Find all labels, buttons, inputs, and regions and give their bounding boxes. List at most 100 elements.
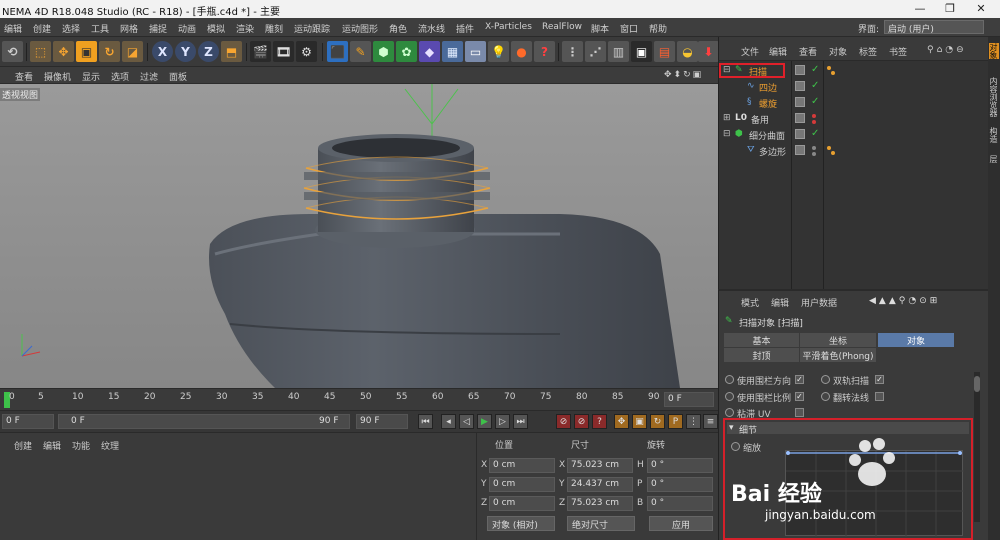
viewport-menu-options[interactable]: 选项 (111, 70, 129, 83)
prev-frame-icon[interactable]: ◁ (459, 414, 474, 429)
object-row-helix[interactable]: § 螺旋 ✓ (719, 95, 989, 111)
key-param-icon[interactable]: P (668, 414, 683, 429)
enabled-check-icon[interactable]: ✓ (811, 80, 819, 91)
tab-basic[interactable]: 基本 (724, 333, 799, 347)
om-menu-object[interactable]: 对象 (829, 45, 847, 58)
attr-menu-edit[interactable]: 编辑 (771, 296, 789, 309)
visibility-toggle[interactable] (795, 81, 805, 91)
hidden-dot-icon[interactable] (812, 114, 816, 118)
menu-help[interactable]: 帮助 (649, 22, 667, 35)
tab-caps[interactable]: 封顶 (724, 348, 799, 362)
apply-button[interactable]: 应用 (649, 516, 713, 531)
expand-icon[interactable]: ⊞ (723, 113, 731, 123)
attr-menu-mode[interactable]: 模式 (741, 296, 759, 309)
object-row-polygon[interactable]: ⛛ 多边形 (719, 143, 989, 159)
light-icon[interactable]: 💡 (488, 41, 509, 62)
menu-select[interactable]: 选择 (62, 22, 80, 35)
z-axis-icon[interactable]: Z (198, 41, 219, 62)
array-icon[interactable]: ✿ (396, 41, 417, 62)
object-row-sweep[interactable]: ⊟ ✎ 扫描 ✓ (719, 63, 989, 79)
points-mode-icon[interactable]: ⋮ (562, 41, 583, 62)
floor-icon[interactable]: ▦ (442, 41, 463, 62)
hidden-dot-icon[interactable] (812, 120, 816, 124)
recent-tool-icon[interactable]: ◪ (122, 41, 143, 62)
prev-key-icon[interactable]: ◂ (441, 414, 456, 429)
right-tab-objects[interactable]: 对象 (989, 43, 999, 59)
option-checkbox[interactable]: ✓ (795, 375, 804, 384)
undo-icon[interactable]: ⟲ (2, 41, 23, 62)
tag-icon[interactable] (831, 151, 835, 155)
menu-motion-tracking[interactable]: 运动跟踪 (294, 22, 330, 35)
menu-pipeline[interactable]: 流水线 (418, 22, 445, 35)
timeline-menu-icon[interactable]: ≡ (703, 414, 718, 429)
visibility-toggle[interactable] (795, 97, 805, 107)
option-radio[interactable] (725, 375, 734, 384)
minimize-button[interactable]: — (905, 2, 935, 15)
option-radio[interactable] (821, 375, 830, 384)
menu-plugins[interactable]: 插件 (456, 22, 474, 35)
option-checkbox[interactable]: ✓ (795, 392, 804, 401)
right-tab-content-browser[interactable]: 内容浏览器 (989, 77, 999, 117)
object-row-backup[interactable]: ⊞ L0 备用 (719, 111, 989, 127)
key-scale-icon[interactable]: ▣ (632, 414, 647, 429)
menu-realflow[interactable]: RealFlow (542, 22, 582, 32)
viewport-menu-view[interactable]: 查看 (15, 70, 33, 83)
help-icon[interactable]: ? (534, 41, 555, 62)
go-start-icon[interactable]: ⏮ (418, 414, 433, 429)
right-tab-structure[interactable]: 构造 (989, 127, 999, 143)
object-row-rectangle[interactable]: ∿ 四边 ✓ (719, 79, 989, 95)
viewport-nav-icons[interactable]: ✥⬍↻▣ (664, 70, 703, 80)
option-radio[interactable] (821, 392, 830, 401)
menu-tools[interactable]: 工具 (91, 22, 109, 35)
menu-character[interactable]: 角色 (389, 22, 407, 35)
snap-icon[interactable]: ⬇ (698, 41, 719, 62)
om-menu-bookmarks[interactable]: 书签 (889, 45, 907, 58)
scale-radio[interactable] (731, 442, 740, 451)
scene-icon[interactable]: ● (511, 41, 532, 62)
attr-menu-userdata[interactable]: 用户数据 (801, 296, 837, 309)
y-axis-icon[interactable]: Y (175, 41, 196, 62)
enabled-check-icon[interactable]: ✓ (811, 64, 819, 75)
visibility-toggle[interactable] (795, 65, 805, 75)
render-settings-icon[interactable]: ⚙ (296, 41, 317, 62)
rot-b-field[interactable]: 0 ° (647, 496, 713, 511)
attr-nav-icons[interactable]: ◀▲▲⚲◔⊙⊞ (869, 296, 940, 306)
viewport-menu-camera[interactable]: 摄像机 (44, 70, 71, 83)
tab-object[interactable]: 对象 (878, 333, 954, 347)
next-frame-icon[interactable]: ▷ (495, 414, 510, 429)
menu-render[interactable]: 渲染 (236, 22, 254, 35)
size-y-field[interactable]: 24.437 cm (567, 477, 633, 492)
layout-select[interactable]: 启动 (用户) (884, 20, 984, 35)
visibility-toggle[interactable] (795, 145, 805, 155)
subdivision-icon[interactable]: ⬢ (373, 41, 394, 62)
size-x-field[interactable]: 75.023 cm (567, 458, 633, 473)
key-rotation-icon[interactable]: ↻ (650, 414, 665, 429)
dot-icon[interactable] (812, 146, 816, 150)
key-position-icon[interactable]: ✥ (614, 414, 629, 429)
menu-animate[interactable]: 动画 (178, 22, 196, 35)
option-checkbox[interactable] (795, 408, 804, 417)
visibility-toggle[interactable] (795, 129, 805, 139)
rot-p-field[interactable]: 0 ° (647, 477, 713, 492)
material-menu-function[interactable]: 功能 (72, 439, 90, 452)
section-collapse-icon[interactable]: ▾ (729, 423, 734, 433)
pos-z-field[interactable]: 0 cm (489, 496, 555, 511)
enabled-check-icon[interactable]: ✓ (811, 96, 819, 107)
menu-edit[interactable]: 编辑 (4, 22, 22, 35)
menu-window[interactable]: 窗口 (620, 22, 638, 35)
x-axis-icon[interactable]: X (152, 41, 173, 62)
option-radio[interactable] (725, 408, 734, 417)
attribute-scrollbar[interactable] (974, 372, 980, 522)
menu-script[interactable]: 脚本 (591, 22, 609, 35)
move-icon[interactable]: ✥ (53, 41, 74, 62)
tag-icon[interactable] (827, 66, 831, 70)
tab-phong[interactable]: 平滑着色(Phong) (800, 348, 876, 362)
viewport-menu-filter[interactable]: 过滤 (140, 70, 158, 83)
menu-mograph[interactable]: 运动图形 (342, 22, 378, 35)
deformer-icon[interactable]: ◆ (419, 41, 440, 62)
menu-simulate[interactable]: 模拟 (207, 22, 225, 35)
menu-sculpt[interactable]: 雕刻 (265, 22, 283, 35)
pos-y-field[interactable]: 0 cm (489, 477, 555, 492)
viewport-menu-panel[interactable]: 面板 (169, 70, 187, 83)
polygons-mode-icon[interactable]: ▥ (608, 41, 629, 62)
